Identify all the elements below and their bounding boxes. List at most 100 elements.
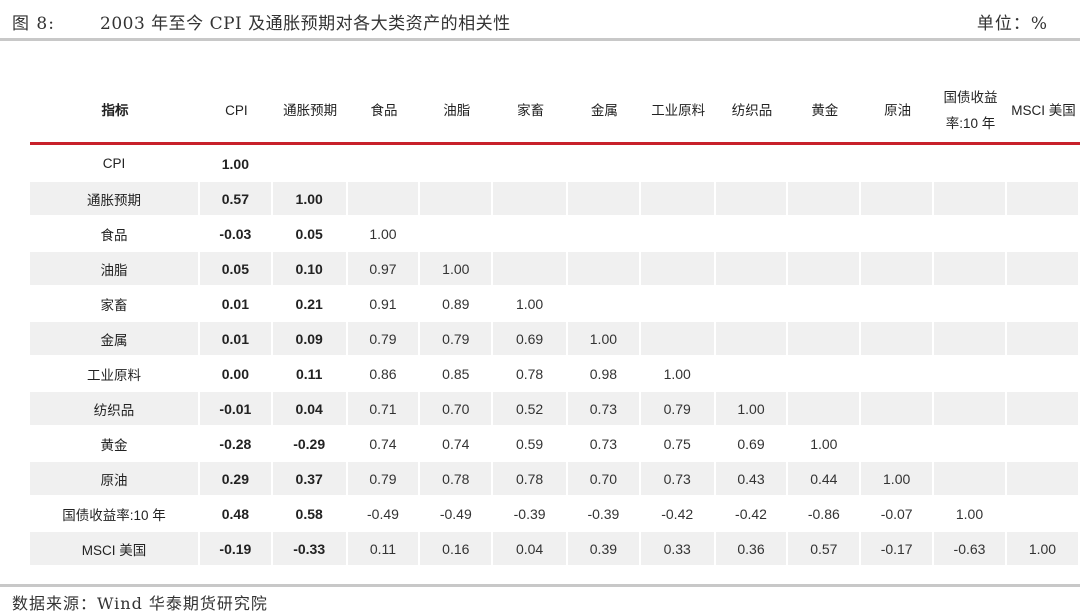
table-cell: -0.42 (715, 495, 789, 530)
table-cell (788, 390, 862, 425)
table-cell: 0.04 (272, 390, 348, 425)
table-cell: 0.59 (493, 425, 568, 460)
unit-label: 单位：% (976, 14, 1048, 34)
table-cell (934, 425, 1007, 460)
table-cell (640, 250, 716, 285)
table-cell: 0.71 (347, 390, 421, 425)
table-cell: 0.05 (199, 250, 273, 285)
table-cell: 0.79 (347, 460, 421, 495)
table-row: 金属 0.01 0.09 0.79 0.79 0.69 1.00 (30, 320, 1080, 355)
table-cell: 0.10 (272, 250, 348, 285)
table-row: 国债收益率:10 年 0.48 0.58 -0.49 -0.49 -0.39 -0.39 -0… (30, 495, 1080, 530)
table-cell (934, 285, 1007, 320)
table-cell (861, 320, 935, 355)
table-cell (567, 215, 641, 250)
figure-label: 图 8: (12, 14, 55, 34)
table-cell (567, 145, 641, 180)
row-label: 油脂 (30, 250, 200, 285)
table-cell (272, 145, 348, 180)
table-cell: 0.21 (272, 285, 348, 320)
table-cell (861, 355, 935, 390)
row-label: 通胀预期 (30, 180, 200, 215)
table-cell (788, 285, 862, 320)
table-cell (861, 285, 935, 320)
table-cell: -0.01 (199, 390, 273, 425)
row-label: MSCI 美国 (30, 530, 200, 565)
table-cell (934, 145, 1007, 180)
table-cell: 1.00 (420, 250, 494, 285)
table-cell (934, 460, 1007, 495)
table-cell (1006, 250, 1080, 285)
column-header: 黄金 (788, 80, 862, 145)
table-cell: 0.69 (493, 320, 568, 355)
table-cell: -0.33 (272, 530, 348, 565)
table-cell: -0.49 (347, 495, 421, 530)
figure-title: 2003 年至今 CPI 及通胀预期对各大类资产的相关性 (100, 14, 511, 34)
table-cell: 0.89 (420, 285, 494, 320)
table-cell: 0.00 (199, 355, 273, 390)
table-cell (1006, 460, 1080, 495)
table-cell: 0.98 (567, 355, 641, 390)
table-cell: 1.00 (934, 495, 1007, 530)
table-cell: 1.00 (272, 180, 348, 215)
table-cell (934, 320, 1007, 355)
column-header: MSCI 美国 (1006, 80, 1080, 145)
table-cell: 1.00 (567, 320, 641, 355)
correlation-table: 指标 CPI 通胀预期 食品 油脂 家畜 金属 工业原料 纺织品 黄金 原油 国债收益率:10 年 MS… (30, 80, 1080, 565)
table-cell (1006, 355, 1080, 390)
row-label: 工业原料 (30, 355, 200, 390)
table-cell: 0.37 (272, 460, 348, 495)
table-cell: 0.85 (420, 355, 494, 390)
table-cell: 1.00 (640, 355, 716, 390)
table-cell (715, 285, 789, 320)
table-cell: 0.39 (567, 530, 641, 565)
table-cell: 0.57 (199, 180, 273, 215)
table-cell: 0.09 (272, 320, 348, 355)
table-cell (715, 145, 789, 180)
table-body: CPI 1.00 通胀预期 0.57 1.00 食品 -0.03 0.05 1.00 油脂 0.05… (30, 145, 1080, 565)
table-cell: 0.29 (199, 460, 273, 495)
table-cell: 0.79 (420, 320, 494, 355)
column-header: 工业原料 (640, 80, 716, 145)
table-cell (861, 425, 935, 460)
table-cell (347, 145, 421, 180)
table-cell: 0.73 (640, 460, 716, 495)
table-cell (1006, 285, 1080, 320)
row-label: 纺织品 (30, 390, 200, 425)
table-cell (640, 215, 716, 250)
table-cell (347, 180, 421, 215)
table-cell: -0.17 (861, 530, 935, 565)
table-cell (420, 145, 494, 180)
table-cell: 0.73 (567, 425, 641, 460)
table-row: 油脂 0.05 0.10 0.97 1.00 (30, 250, 1080, 285)
table-cell: 0.04 (493, 530, 568, 565)
table-cell: -0.42 (640, 495, 716, 530)
table-cell: 0.69 (715, 425, 789, 460)
table-cell (1006, 320, 1080, 355)
table-cell: 0.79 (347, 320, 421, 355)
table-cell (934, 390, 1007, 425)
column-header: 家畜 (493, 80, 568, 145)
figure-header: 图 8: 2003 年至今 CPI 及通胀预期对各大类资产的相关性 单位：% (0, 0, 1080, 42)
table-cell (788, 250, 862, 285)
table-cell (567, 285, 641, 320)
table-cell: 1.00 (715, 390, 789, 425)
table-cell (640, 320, 716, 355)
table-row: 工业原料 0.00 0.11 0.86 0.85 0.78 0.98 1.00 (30, 355, 1080, 390)
table-cell (934, 215, 1007, 250)
table-cell (788, 355, 862, 390)
table-cell (493, 145, 568, 180)
source-note: 数据来源：Wind 华泰期货研究院 (12, 594, 268, 613)
table-cell (934, 180, 1007, 215)
table-cell: -0.49 (420, 495, 494, 530)
table-cell: -0.07 (861, 495, 935, 530)
table-cell (493, 180, 568, 215)
table-cell: -0.28 (199, 425, 273, 460)
table-cell: -0.39 (493, 495, 568, 530)
column-header: 国债收益率:10 年 (934, 80, 1007, 145)
table-row: CPI 1.00 (30, 145, 1080, 180)
row-label: 原油 (30, 460, 200, 495)
table-row: MSCI 美国 -0.19 -0.33 0.11 0.16 0.04 0.39 0.33 0.3… (30, 530, 1080, 565)
table-cell: 0.70 (420, 390, 494, 425)
table-cell: 0.79 (640, 390, 716, 425)
